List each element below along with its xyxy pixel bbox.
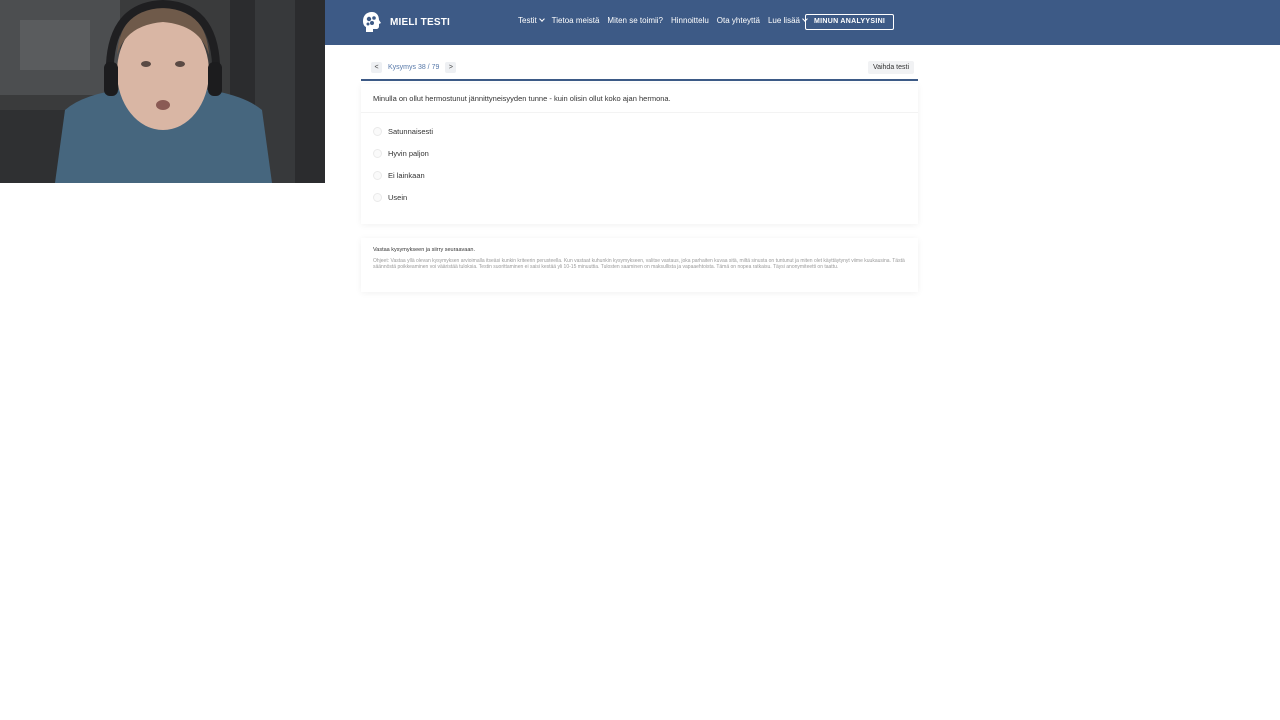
radio-button[interactable] [373,127,382,136]
answer-option[interactable]: Hyvin paljon [373,149,429,158]
nav-link-label: Ota yhteyttä [716,16,760,25]
next-question-button[interactable]: > [445,62,457,73]
divider [361,112,918,113]
head-puzzle-icon [363,12,381,32]
nav-link-testit[interactable]: Testit [518,16,545,25]
nav-link-hinnoittelu[interactable]: Hinnoittelu [671,16,709,25]
nav-link-label: Testit [518,16,537,25]
answer-option[interactable]: Usein [373,193,407,202]
nav-link-label: Miten se toimii? [607,16,663,25]
question-text: Minulla on ollut hermostunut jännittynei… [373,94,671,103]
instructions-card: Vastaa kysymykseen ja siirry seuraavaan.… [361,238,918,292]
instructions-body: Ohjeet: Vastaa yllä olevan kysymyksen ar… [373,258,905,271]
answer-option-label: Satunnaisesti [388,127,434,136]
question-header: < Kysymys 38 / 79 > Vaihda testi [361,59,918,81]
answer-option-label: Usein [388,193,408,202]
answer-option[interactable]: Ei lainkaan [373,171,425,180]
nav-link-label: Tietoa meistä [551,16,600,25]
radio-button[interactable] [373,149,382,158]
my-analysis-button[interactable]: MINUN ANALYYSINI [805,14,895,30]
radio-button[interactable] [373,171,382,180]
nav-links: Testit Tietoa meistä Miten se toimii? Hi… [518,16,815,25]
nav-link-label: Hinnoittelu [670,16,709,25]
top-navbar: MIELI TESTI Testit Tietoa meistä Miten s… [325,0,1280,45]
previous-question-button[interactable]: < [371,62,382,73]
question-pager: < Kysymys 38 / 79 > [371,62,457,73]
answer-option-label: Hyvin paljon [388,149,429,158]
nav-link-ota-yhteytta[interactable]: Ota yhteyttä [717,16,760,25]
nav-link-label: Lue lisää [767,16,800,25]
instructions-title: Vastaa kysymykseen ja siirry seuraavaan. [373,247,475,253]
question-counter: Kysymys 38 / 79 [388,64,440,71]
logo-text: MIELI TESTI [390,16,450,28]
nav-link-miten-se-toimii[interactable]: Miten se toimii? [607,16,663,25]
answer-option[interactable]: Satunnaisesti [373,127,433,136]
nav-link-lue-lisaa[interactable]: Lue lisää [767,16,808,25]
nav-link-tietoa-meista[interactable]: Tietoa meistä [552,16,600,25]
question-card: Minulla on ollut hermostunut jännittynei… [361,84,918,224]
site-logo[interactable]: MIELI TESTI [360,10,450,34]
answer-option-label: Ei lainkaan [388,171,425,180]
webcam-overlay [0,0,325,183]
radio-button[interactable] [373,193,382,202]
switch-test-button[interactable]: Vaihda testi [867,61,914,74]
webcam-person-image [0,0,325,183]
chevron-down-icon [538,16,545,22]
